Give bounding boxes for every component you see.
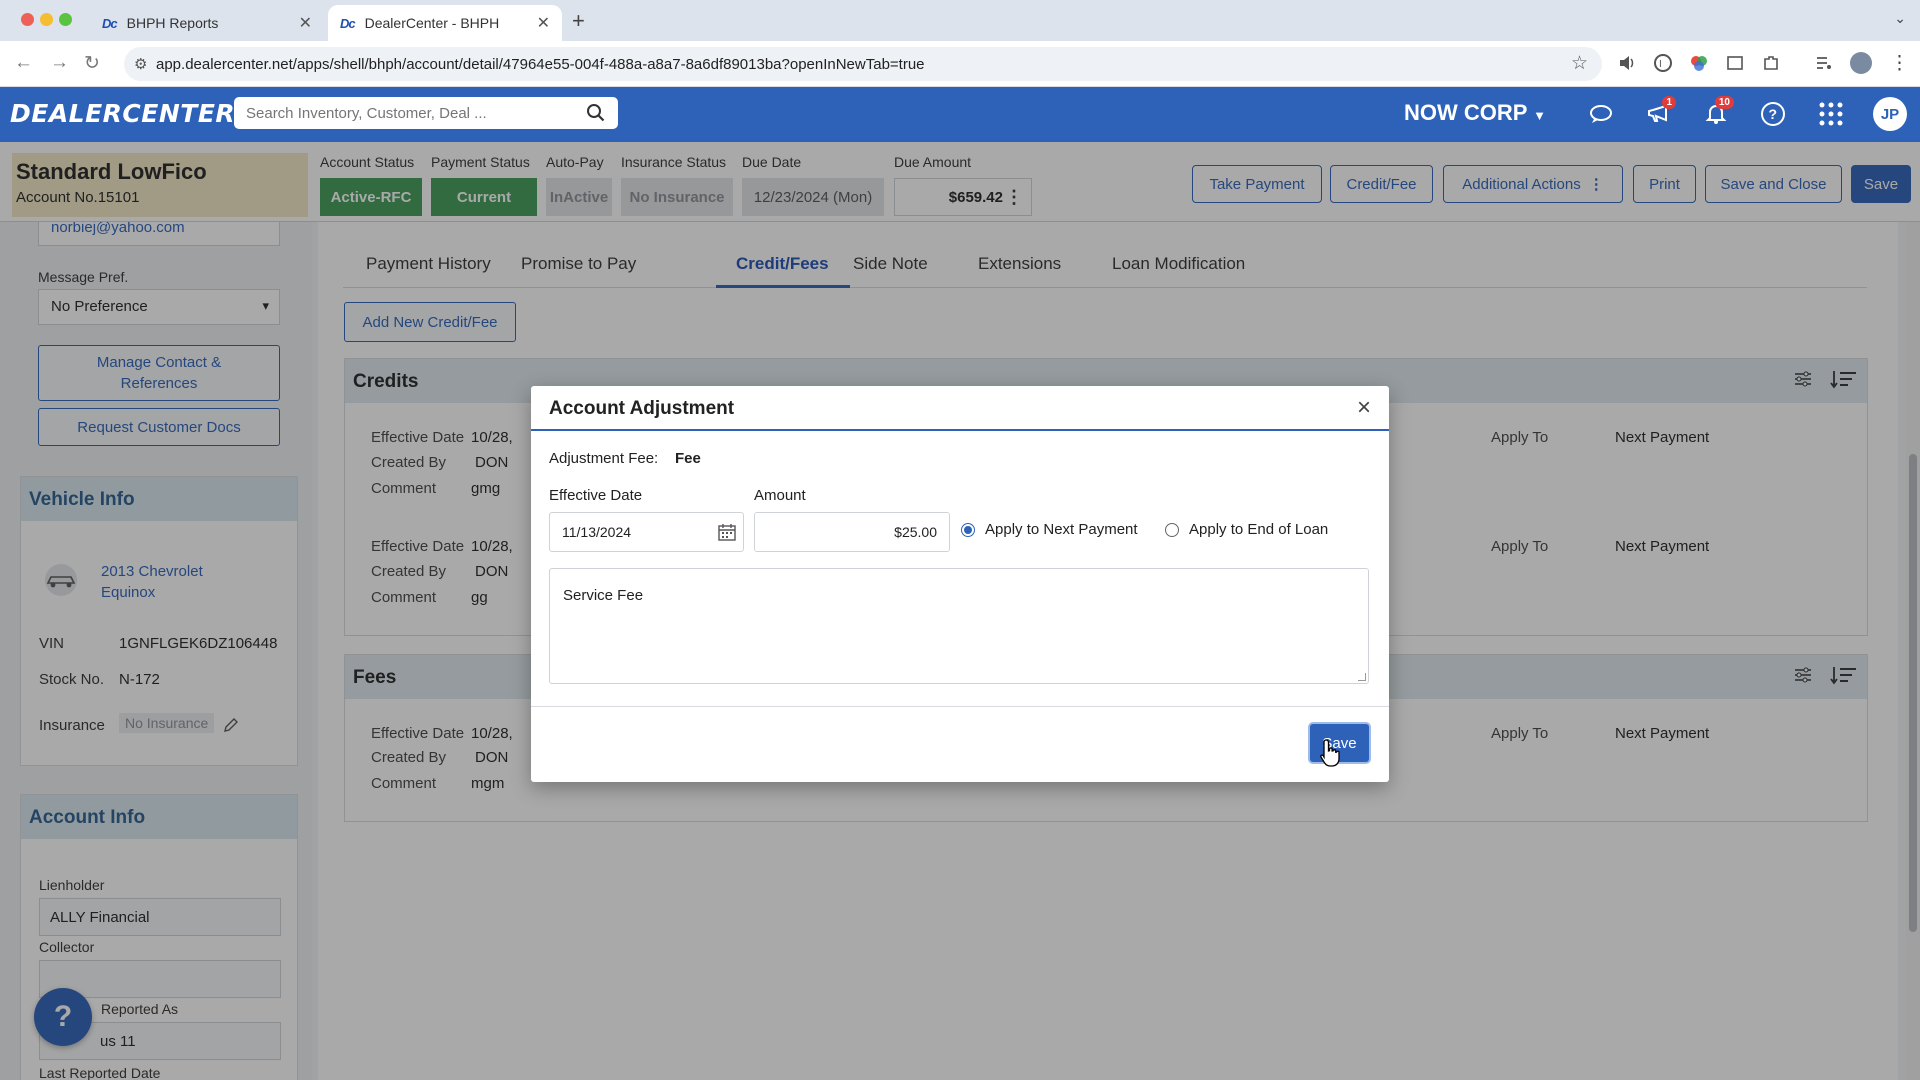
- amount-label: Amount: [754, 487, 806, 504]
- user-avatar[interactable]: JP: [1873, 97, 1907, 131]
- color-extension-icon[interactable]: [1689, 53, 1709, 73]
- browser-tab-bar: Dc BHPH Reports ✕ Dc DealerCenter - BHPH…: [0, 0, 1920, 41]
- maximize-window-button[interactable]: [59, 13, 72, 26]
- announcement-count-badge: 1: [1662, 96, 1676, 109]
- search-icon[interactable]: [586, 103, 606, 123]
- browser-toolbar: ← → ↻ ⚙ app.dealercenter.net/apps/shell/…: [0, 41, 1920, 87]
- browser-tab-dealercenter[interactable]: Dc DealerCenter - BHPH ✕: [328, 5, 562, 41]
- radio-unselected-icon: [1165, 522, 1179, 537]
- comment-textarea[interactable]: Service Fee: [549, 568, 1369, 684]
- address-bar[interactable]: ⚙ app.dealercenter.net/apps/shell/bhph/a…: [124, 47, 1602, 81]
- apps-grid-icon[interactable]: [1818, 101, 1844, 127]
- adjustment-fee-label: Adjustment Fee:: [549, 450, 659, 467]
- extension-1-icon[interactable]: I: [1653, 53, 1673, 73]
- browser-tab-bhph-reports[interactable]: Dc BHPH Reports ✕: [90, 5, 324, 41]
- close-tab-icon[interactable]: ✕: [299, 13, 312, 33]
- adjustment-fee-value: Fee: [675, 450, 701, 467]
- effective-date-label: Effective Date: [549, 487, 643, 504]
- browser-menu-icon[interactable]: ⋮: [1890, 52, 1909, 75]
- hand-pointer-cursor-icon: [1320, 739, 1340, 767]
- dealercenter-favicon-icon: Dc: [102, 15, 118, 31]
- bookmark-star-icon[interactable]: ☆: [1571, 52, 1588, 75]
- company-name: NOW CORP: [1404, 100, 1528, 125]
- caret-down-icon: ▼: [1533, 108, 1547, 123]
- help-circle-icon[interactable]: ?: [1760, 101, 1786, 127]
- global-search[interactable]: [234, 97, 618, 129]
- media-controls-icon[interactable]: [1814, 53, 1834, 73]
- effective-date-value: 11/13/2024: [562, 524, 632, 540]
- radio-selected-icon: [961, 522, 975, 537]
- company-selector[interactable]: NOW CORP ▼: [1404, 100, 1546, 126]
- modal-footer-divider: [531, 706, 1389, 707]
- apply-next-payment-radio[interactable]: Apply to Next Payment: [961, 521, 1138, 538]
- apply-next-payment-label: Apply to Next Payment: [985, 521, 1138, 538]
- tab-title: DealerCenter - BHPH: [364, 15, 500, 31]
- svg-text:?: ?: [1769, 106, 1778, 122]
- modal-title: Account Adjustment: [549, 398, 735, 419]
- search-input[interactable]: [246, 104, 566, 122]
- tab-title: BHPH Reports: [126, 15, 219, 31]
- close-icon[interactable]: ×: [1357, 394, 1371, 422]
- speaker-icon[interactable]: [1617, 53, 1637, 73]
- close-tab-icon[interactable]: ✕: [537, 13, 550, 33]
- back-arrow-icon[interactable]: ←: [14, 52, 33, 74]
- amount-input[interactable]: $25.00: [754, 512, 950, 552]
- chat-icon[interactable]: [1588, 101, 1614, 127]
- reload-icon[interactable]: ↻: [84, 52, 100, 75]
- calendar-icon[interactable]: [717, 522, 737, 542]
- app-header: DEALERCENTER NOW CORP ▼ 1 10 ? JP: [0, 87, 1920, 142]
- site-settings-icon[interactable]: ⚙: [134, 55, 147, 73]
- dealercenter-logo[interactable]: DEALERCENTER: [10, 99, 235, 128]
- new-tab-plus-icon[interactable]: +: [572, 8, 585, 34]
- url-text: app.dealercenter.net/apps/shell/bhph/acc…: [156, 55, 925, 73]
- dealercenter-favicon-icon: Dc: [340, 15, 356, 31]
- profile-avatar-icon[interactable]: [1850, 52, 1872, 74]
- resize-handle-icon[interactable]: [1358, 673, 1366, 681]
- account-adjustment-modal: Account Adjustment × Adjustment Fee: Fee…: [531, 386, 1389, 782]
- minimize-window-button[interactable]: [40, 13, 53, 26]
- modal-header: Account Adjustment ×: [531, 386, 1389, 431]
- notifications[interactable]: 10: [1704, 96, 1734, 125]
- svg-text:I: I: [1659, 59, 1662, 70]
- comment-text: Service Fee: [563, 587, 644, 604]
- effective-date-input[interactable]: 11/13/2024: [549, 512, 744, 552]
- screenshot-icon[interactable]: [1725, 53, 1745, 73]
- close-window-button[interactable]: [21, 13, 34, 26]
- extensions-puzzle-icon[interactable]: [1761, 53, 1781, 73]
- forward-arrow-icon[interactable]: →: [50, 52, 69, 74]
- apply-end-of-loan-radio[interactable]: Apply to End of Loan: [1165, 521, 1328, 538]
- apply-end-of-loan-label: Apply to End of Loan: [1189, 521, 1329, 538]
- tab-search-chevron-icon[interactable]: ⌄: [1894, 10, 1906, 27]
- announcements[interactable]: 1: [1646, 96, 1676, 125]
- notification-count-badge: 10: [1714, 96, 1734, 109]
